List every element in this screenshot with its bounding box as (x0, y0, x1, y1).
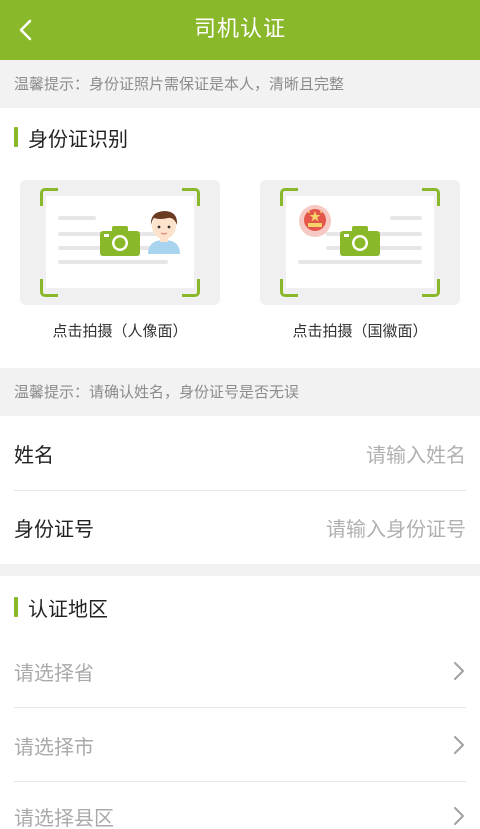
id-front-capture[interactable] (20, 180, 220, 305)
id-front-label[interactable]: 点击拍摄（人像面） (20, 320, 220, 341)
section-accent-bar (14, 127, 18, 147)
photo-tip: 温馨提示：身份证照片需保证是本人，清晰且完整 (0, 60, 480, 108)
name-input[interactable]: 请输入姓名 (366, 439, 466, 468)
person-avatar-icon (148, 211, 180, 254)
id-section-title: 身份证识别 (28, 126, 128, 151)
chevron-right-icon (454, 736, 464, 754)
name-row[interactable]: 姓名 请输入姓名 (14, 416, 466, 490)
district-select[interactable]: 请选择县区 (14, 782, 466, 829)
id-recognition-panel: 身份证识别 点击拍摄（人像面） 点击拍摄（国徽面） (0, 108, 480, 368)
id-card-front-illustration (46, 196, 194, 288)
camera-icon (100, 226, 140, 256)
id-number-input[interactable]: 请输入身份证号 (326, 513, 466, 542)
region-panel: 认证地区 请选择省 请选择市 请选择县区 (0, 576, 480, 829)
id-number-label: 身份证号 (14, 516, 94, 541)
app-header: 司机认证 (0, 0, 480, 60)
province-select[interactable]: 请选择省 (14, 634, 466, 708)
city-select[interactable]: 请选择市 (14, 708, 466, 782)
name-label: 姓名 (14, 442, 54, 467)
national-emblem-icon (299, 205, 331, 237)
chevron-right-icon (454, 662, 464, 680)
region-section-title: 认证地区 (28, 596, 108, 621)
district-placeholder: 请选择县区 (14, 805, 114, 829)
id-number-row[interactable]: 身份证号 请输入身份证号 (14, 490, 466, 564)
chevron-right-icon (454, 807, 464, 825)
id-section-header: 身份证识别 (14, 126, 128, 151)
id-back-capture[interactable] (260, 180, 460, 305)
section-accent-bar (14, 597, 18, 617)
info-tip: 温馨提示：请确认姓名，身份证号是否无误 (0, 368, 480, 416)
camera-icon (340, 226, 380, 256)
id-back-label[interactable]: 点击拍摄（国徽面） (260, 320, 460, 341)
region-section-header: 认证地区 (14, 596, 108, 621)
identity-form: 姓名 请输入姓名 身份证号 请输入身份证号 (0, 416, 480, 564)
city-placeholder: 请选择市 (14, 734, 94, 759)
province-placeholder: 请选择省 (14, 660, 94, 685)
id-card-back-illustration (286, 196, 434, 288)
page-title: 司机认证 (193, 17, 286, 42)
